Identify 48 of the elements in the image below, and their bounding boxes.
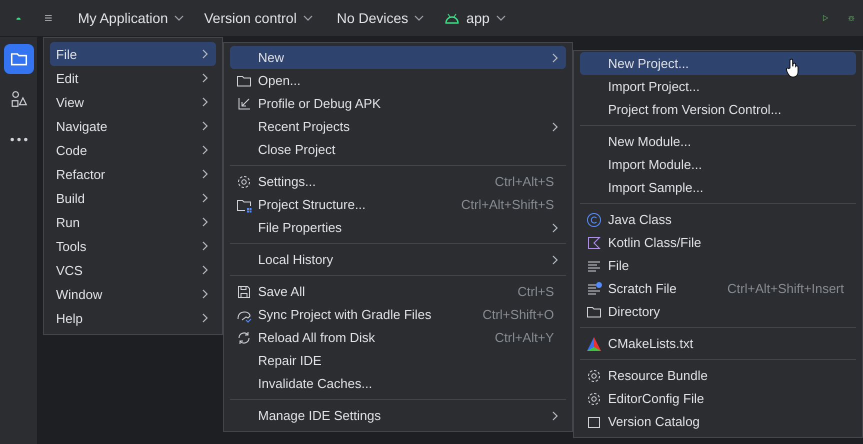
menu-item-label: Import Module... (608, 157, 702, 172)
menu-item-label: Save All (258, 284, 305, 299)
menu-item-label: Local History (258, 252, 334, 267)
menu-item-label: Run (56, 214, 80, 230)
menu-item-label: Java Class (608, 212, 672, 227)
menu-item-label: Navigate (56, 118, 108, 134)
menu-item-label: Recent Projects (258, 119, 350, 134)
menu-item-label: Repair IDE (258, 353, 322, 368)
menu-item-label: Kotlin Class/File (608, 235, 702, 250)
menu-item-label: File Properties (258, 220, 342, 235)
menu-item-label: New Module... (608, 134, 692, 149)
menu-item-label: Sync Project with Gradle Files (258, 307, 432, 322)
menu-item-label: Build (56, 190, 85, 206)
menu-item-label: Refactor (56, 166, 106, 182)
menu-item-label: Invalidate Caches... (258, 376, 372, 391)
shortcut-text: Ctrl+Alt+Y (494, 330, 554, 345)
menu-item-label: VCS (56, 262, 83, 278)
menu-item-label: Import Sample... (608, 180, 704, 195)
menu-item-label: Resource Bundle (608, 368, 708, 383)
menu-item-label: Edit (56, 70, 78, 86)
menu-item-label: Window (56, 286, 102, 302)
menu-item-label: New (258, 50, 284, 65)
shortcut-text: Ctrl+Shift+O (482, 307, 554, 322)
shortcut-text: Ctrl+S (518, 284, 554, 299)
shortcut-text: Ctrl+Alt+Shift+Insert (727, 281, 844, 296)
menu-item-label: New Project... (608, 56, 689, 71)
menu-item-label: Profile or Debug APK (258, 96, 381, 111)
menu-item-label: Tools (56, 238, 86, 254)
menu-item-label: Manage IDE Settings (258, 408, 381, 423)
menu-item-label: EditorConfig File (608, 391, 704, 406)
menu-item-label: Code (56, 142, 88, 158)
menu-item-label: View (56, 94, 84, 110)
shortcut-text: Ctrl+Alt+S (494, 174, 554, 189)
menu-item-label: Scratch File (608, 281, 677, 296)
menu-item-label: Close Project (258, 142, 336, 157)
menu-item-label: Version Catalog (608, 414, 700, 429)
menu-item-label: Help (56, 310, 83, 326)
menu-item-label: Reload All from Disk (258, 330, 376, 345)
menu-item-label: Settings... (258, 174, 316, 189)
menu-item-label: Directory (608, 304, 660, 319)
menu-item-label: CMakeLists.txt (608, 336, 694, 351)
menu-item-label: Project from Version Control... (608, 102, 782, 117)
shortcut-text: Ctrl+Alt+Shift+S (461, 197, 554, 212)
menu-item-label: Project Structure... (258, 197, 366, 212)
menu-item-label: File (608, 258, 629, 273)
menu-item-label: Import Project... (608, 79, 700, 94)
menu-item-label: Open... (258, 73, 301, 88)
menu-item-label: File (56, 46, 77, 62)
